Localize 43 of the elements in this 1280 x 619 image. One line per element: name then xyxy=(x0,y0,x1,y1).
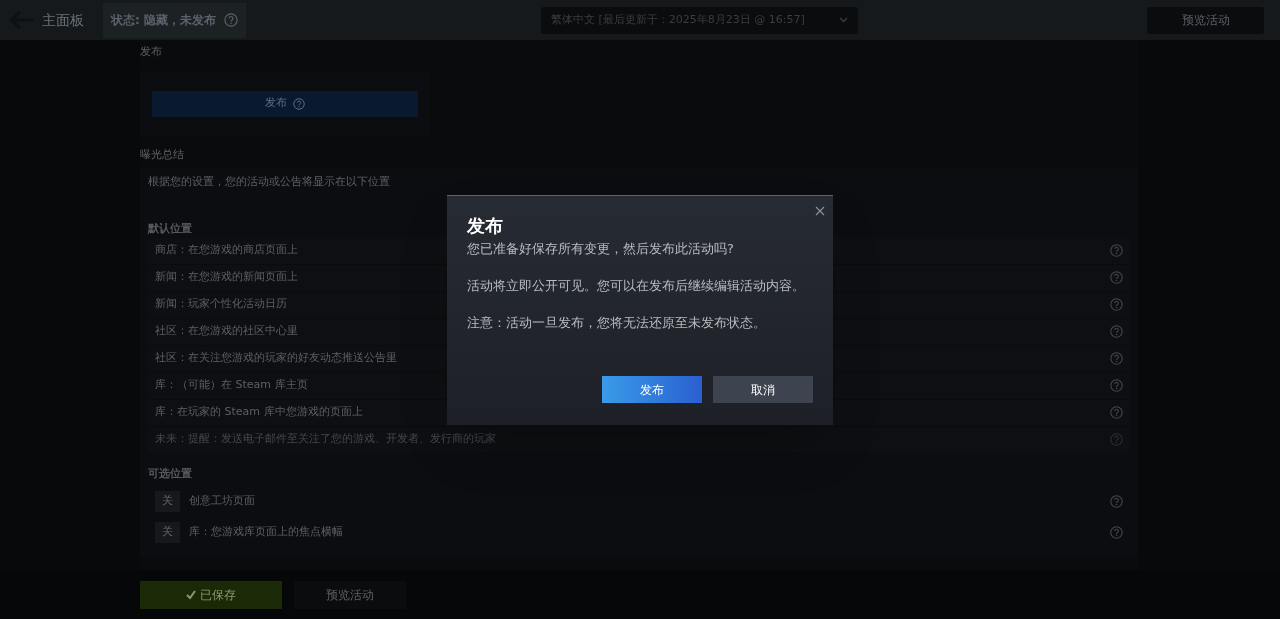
section-heading: 曝光总结 xyxy=(140,146,184,163)
help-icon[interactable] xyxy=(1110,433,1123,446)
help-icon[interactable] xyxy=(1110,244,1123,257)
location-text: 创意工坊页面 xyxy=(189,493,255,510)
dialog-text: 活动将立即公开可见。您可以在发布后继续编辑活动内容。 xyxy=(467,277,806,295)
help-icon[interactable] xyxy=(1110,325,1123,338)
preview-button[interactable]: 预览活动 xyxy=(294,580,406,609)
help-icon[interactable] xyxy=(1110,495,1123,508)
status-text: 状态: 隐藏，未发布 xyxy=(111,12,216,29)
location-text: 社区：在您游戏的社区中心里 xyxy=(155,323,298,340)
help-icon[interactable] xyxy=(224,13,238,27)
subheading: 默认位置 xyxy=(148,221,192,237)
publish-button[interactable]: 发布 xyxy=(152,90,418,117)
toggle-button[interactable]: 关 xyxy=(155,491,180,512)
help-icon[interactable] xyxy=(1110,526,1123,539)
subheading: 可选位置 xyxy=(148,465,192,482)
section-heading: 发布 xyxy=(140,44,162,60)
close-icon[interactable] xyxy=(813,204,827,218)
back-link[interactable]: 主面板 xyxy=(42,9,84,31)
location-text: 社区：在关注您游戏的玩家的好友动态推送公告里 xyxy=(155,350,397,367)
dialog-title: 发布 xyxy=(467,214,504,238)
help-icon[interactable] xyxy=(1110,352,1123,365)
help-icon[interactable] xyxy=(293,97,305,110)
help-icon[interactable] xyxy=(1110,406,1123,419)
cancel-button[interactable]: 取消 xyxy=(713,376,813,403)
caret-icon xyxy=(839,17,848,23)
description-text: 根据您的设置，您的活动或公告将显示在以下位置 xyxy=(148,173,390,190)
location-text: 商店：在您游戏的商店页面上 xyxy=(155,242,298,259)
preview-button[interactable]: 预览活动 xyxy=(1147,6,1264,34)
help-icon[interactable] xyxy=(1110,379,1123,392)
location-text: 库：您游戏库页面上的焦点横幅 xyxy=(189,524,343,541)
dialog-text: 您已准备好保存所有变更，然后发布此活动吗? xyxy=(467,240,735,258)
dialog-text: 注意：活动一旦发布，您将无法还原至未发布状态。 xyxy=(467,314,767,332)
confirm-button[interactable]: 发布 xyxy=(602,376,702,403)
help-icon[interactable] xyxy=(1110,298,1123,311)
toggle-button[interactable]: 关 xyxy=(155,522,180,543)
location-text: 库：在玩家的 Steam 库中您游戏的页面上 xyxy=(155,404,363,421)
location-text: 新闻：玩家个性化活动日历 xyxy=(155,296,287,313)
location-text: 新闻：在您游戏的新闻页面上 xyxy=(155,269,298,286)
location-text: 库：（可能）在 Steam 库主页 xyxy=(155,377,308,394)
help-icon[interactable] xyxy=(1110,271,1123,284)
check-icon xyxy=(186,589,196,600)
saved-button[interactable]: 已保存 xyxy=(140,580,282,609)
